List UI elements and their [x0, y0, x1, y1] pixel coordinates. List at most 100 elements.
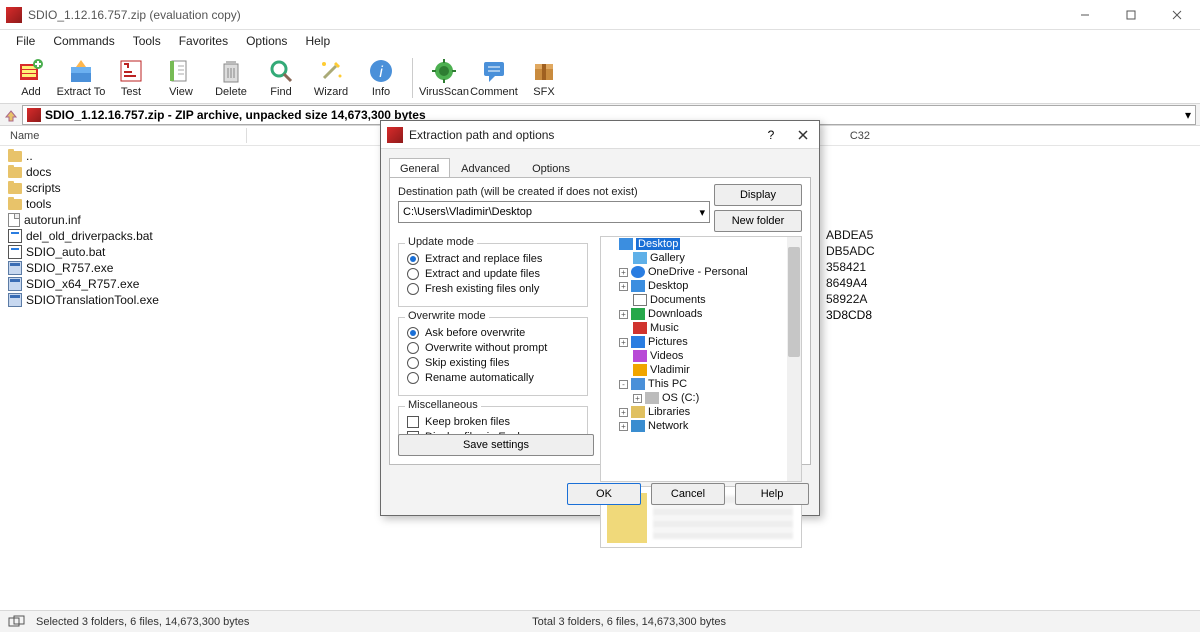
tree-expand-icon[interactable]: + [633, 394, 642, 403]
tree-node[interactable]: +Network [601, 419, 801, 433]
dialog-tabs: General Advanced Options [381, 153, 819, 179]
dest-path-input[interactable]: C:\Users\Vladimir\Desktop ▾ [398, 201, 710, 223]
vid-icon [633, 350, 647, 362]
ok-button[interactable]: OK [567, 483, 641, 505]
dialog-titlebar: Extraction path and options ? [381, 121, 819, 149]
music-icon [633, 322, 647, 334]
tree-node[interactable]: - This PC [601, 377, 801, 391]
radio-icon [407, 342, 419, 354]
checkbox-icon [407, 416, 419, 428]
disk-icon [645, 392, 659, 404]
tree-expand-icon[interactable]: + [619, 422, 628, 431]
radio-icon [407, 372, 419, 384]
tab-general[interactable]: General [389, 158, 450, 179]
dialog-close-button[interactable] [787, 121, 819, 149]
overwrite-opt-2[interactable]: Skip existing files [407, 357, 579, 369]
tree-label: Pictures [648, 336, 688, 348]
tree-label: Desktop [636, 238, 680, 250]
tree-node[interactable]: +OneDrive - Personal [601, 265, 801, 279]
img-icon [633, 252, 647, 264]
overwrite-opt-1[interactable]: Overwrite without prompt [407, 342, 579, 354]
display-button[interactable]: Display [714, 184, 802, 206]
crc-value: 8649A4 [826, 276, 875, 292]
update-opt-1[interactable]: Extract and update files [407, 268, 579, 280]
tree-label: Desktop [648, 280, 688, 292]
dialog-body: Destination path (will be created if doe… [389, 177, 811, 465]
crc-value: 3D8CD8 [826, 308, 875, 324]
home-icon [633, 364, 647, 376]
cancel-button[interactable]: Cancel [651, 483, 725, 505]
crc-value [826, 212, 875, 228]
tree-node[interactable]: + Desktop [601, 279, 801, 293]
update-mode-title: Update mode [405, 236, 477, 248]
tree-label: This PC [648, 378, 687, 390]
tree-expand-icon[interactable]: + [619, 268, 628, 277]
misc-opt-0[interactable]: Keep broken files [407, 416, 579, 428]
update-mode-group: Update mode Extract and replace files Ex… [398, 243, 588, 307]
tree-expand-icon[interactable]: + [619, 310, 628, 319]
doc-icon [633, 294, 647, 306]
crc-value [826, 148, 875, 164]
tree-expand-icon[interactable]: - [619, 380, 628, 389]
dialog-backdrop: Extraction path and options ? General Ad… [0, 0, 1200, 632]
tree-label: Gallery [650, 252, 685, 264]
crc-value [826, 180, 875, 196]
new-folder-button[interactable]: New folder [714, 210, 802, 232]
lib-icon [631, 406, 645, 418]
overwrite-opt-3[interactable]: Rename automatically [407, 372, 579, 384]
folder-tree[interactable]: DesktopGallery+OneDrive - Personal+Deskt… [600, 236, 802, 482]
dialog-app-icon [387, 127, 403, 143]
folder-icon [631, 280, 645, 292]
save-settings-button[interactable]: Save settings [398, 434, 594, 456]
cloud-icon [631, 266, 645, 278]
pic-icon [631, 336, 645, 348]
overwrite-mode-title: Overwrite mode [405, 310, 489, 322]
tree-label: Vladimir [650, 364, 690, 376]
tab-advanced[interactable]: Advanced [450, 158, 521, 179]
net-icon [631, 420, 645, 432]
chevron-down-icon: ▾ [699, 206, 705, 219]
tree-expand-icon[interactable]: + [619, 408, 628, 417]
misc-title: Miscellaneous [405, 399, 481, 411]
tree-node[interactable]: + Libraries [601, 405, 801, 419]
tree-label: Libraries [648, 406, 690, 418]
radio-icon [407, 283, 419, 295]
tree-node[interactable]: + OS (C:) [601, 391, 801, 405]
tree-node[interactable]: Gallery [601, 251, 801, 265]
tree-node[interactable]: + Downloads [601, 307, 801, 321]
radio-icon [407, 357, 419, 369]
crc-value: ABDEA5 [826, 228, 875, 244]
dest-path-value: C:\Users\Vladimir\Desktop [403, 206, 532, 218]
tree-expand-icon[interactable]: + [619, 338, 628, 347]
crc-value: 358421 [826, 260, 875, 276]
crc-value: DB5ADC [826, 244, 875, 260]
radio-icon [407, 268, 419, 280]
crc-value [826, 164, 875, 180]
tree-label: Videos [650, 350, 683, 362]
tree-node[interactable]: Videos [601, 349, 801, 363]
tree-node[interactable]: + Pictures [601, 335, 801, 349]
tree-scrollbar[interactable] [787, 237, 801, 481]
crc-value: 58922A [826, 292, 875, 308]
scrollbar-thumb[interactable] [788, 247, 800, 357]
tree-label: Downloads [648, 308, 702, 320]
tab-options[interactable]: Options [521, 158, 581, 179]
tree-label: OS (C:) [662, 392, 699, 404]
down-icon [631, 308, 645, 320]
tree-node[interactable]: Vladimir [601, 363, 801, 377]
tree-expand-icon[interactable]: + [619, 282, 628, 291]
tree-node[interactable]: Desktop [601, 237, 801, 251]
tree-node[interactable]: Documents [601, 293, 801, 307]
update-opt-2[interactable]: Fresh existing files only [407, 283, 579, 295]
help-button[interactable]: Help [735, 483, 809, 505]
overwrite-opt-0[interactable]: Ask before overwrite [407, 327, 579, 339]
extraction-dialog: Extraction path and options ? General Ad… [380, 120, 820, 516]
tree-label: Documents [650, 294, 706, 306]
tree-node[interactable]: Music [601, 321, 801, 335]
crc-value [826, 196, 875, 212]
update-opt-0[interactable]: Extract and replace files [407, 253, 579, 265]
dialog-footer: OK Cancel Help [567, 483, 809, 505]
dialog-help-button[interactable]: ? [755, 121, 787, 149]
tree-label: Music [650, 322, 679, 334]
radio-icon [407, 327, 419, 339]
